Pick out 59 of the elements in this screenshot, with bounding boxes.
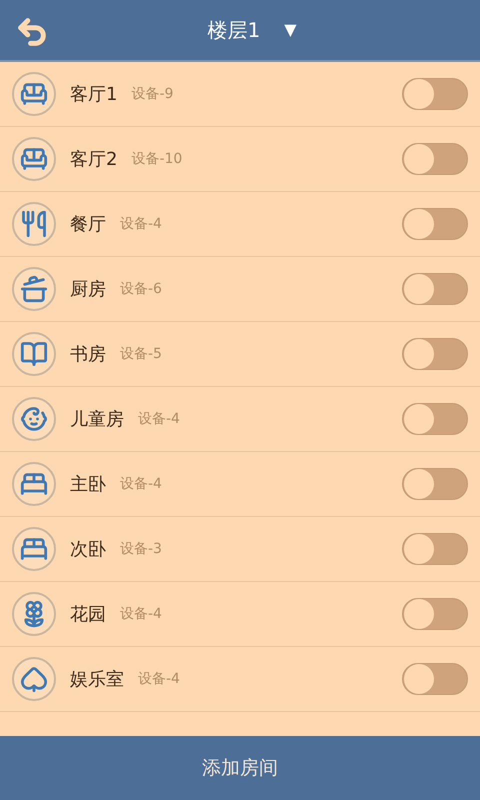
room-row[interactable]: 餐厅 设备-4: [0, 192, 480, 257]
room-name: 主卧: [70, 472, 106, 496]
room-row[interactable]: 客厅1 设备-9: [0, 62, 480, 127]
add-room-button[interactable]: 添加房间: [0, 736, 480, 800]
toggle-knob: [404, 274, 434, 304]
device-count: 设备-4: [138, 670, 180, 688]
room-toggle[interactable]: [402, 468, 468, 500]
toggle-knob: [404, 404, 434, 434]
spade-icon: [20, 665, 48, 693]
room-toggle[interactable]: [402, 533, 468, 565]
room-row[interactable]: 次卧 设备-3: [0, 517, 480, 582]
toggle-knob: [404, 144, 434, 174]
toggle-knob: [404, 664, 434, 694]
fork-knife-icon: [20, 210, 48, 238]
room-name: 娱乐室: [70, 668, 124, 692]
room-row[interactable]: 主卧 设备-4: [0, 452, 480, 517]
toggle-knob: [404, 469, 434, 499]
room-row[interactable]: 书房 设备-5: [0, 322, 480, 387]
device-count: 设备-10: [131, 150, 182, 168]
device-count: 设备-4: [120, 604, 162, 624]
device-count: 设备-3: [120, 540, 162, 558]
device-count: 设备-4: [120, 214, 162, 234]
room-toggle[interactable]: [402, 78, 468, 110]
toggle-knob: [404, 209, 434, 239]
room-row[interactable]: 儿童房 设备-4: [0, 387, 480, 452]
room-name: 书房: [70, 342, 106, 366]
device-count: 设备-4: [120, 474, 162, 494]
toggle-knob: [404, 599, 434, 629]
toggle-knob: [404, 79, 434, 109]
room-toggle[interactable]: [402, 598, 468, 630]
toggle-knob: [404, 534, 434, 564]
room-toggle[interactable]: [402, 143, 468, 175]
room-row[interactable]: 娱乐室 设备-4: [0, 647, 480, 712]
room-name: 厨房: [70, 278, 106, 302]
dropdown-arrow[interactable]: ▼: [284, 18, 297, 42]
room-name: 客厅2: [70, 148, 118, 172]
device-count: 设备-5: [120, 344, 162, 364]
room-name: 餐厅: [70, 212, 106, 236]
room-toggle[interactable]: [402, 208, 468, 240]
open-book-icon: [20, 340, 48, 368]
baby-icon: [20, 405, 48, 433]
room-name: 次卧: [70, 538, 106, 562]
device-count: 设备-9: [131, 84, 174, 104]
room-toggle[interactable]: [402, 338, 468, 370]
room-toggle[interactable]: [402, 403, 468, 435]
room-toggle[interactable]: [402, 663, 468, 695]
room-toggle[interactable]: [402, 273, 468, 305]
room-name: 客厅1: [70, 82, 118, 106]
room-row[interactable]: 花园 设备-4: [0, 582, 480, 647]
room-name: 花园: [70, 602, 106, 626]
floor-title[interactable]: 楼层1: [207, 15, 260, 45]
toggle-knob: [404, 339, 434, 369]
room-row[interactable]: 客厅2 设备-10: [0, 127, 480, 192]
device-count: 设备-6: [120, 280, 162, 298]
cooking-pot-icon: [20, 275, 48, 303]
back-arrow-icon: [15, 15, 49, 49]
room-name: 儿童房: [70, 408, 124, 432]
device-count: 设备-4: [138, 410, 180, 428]
room-row[interactable]: 厨房 设备-6: [0, 257, 480, 322]
